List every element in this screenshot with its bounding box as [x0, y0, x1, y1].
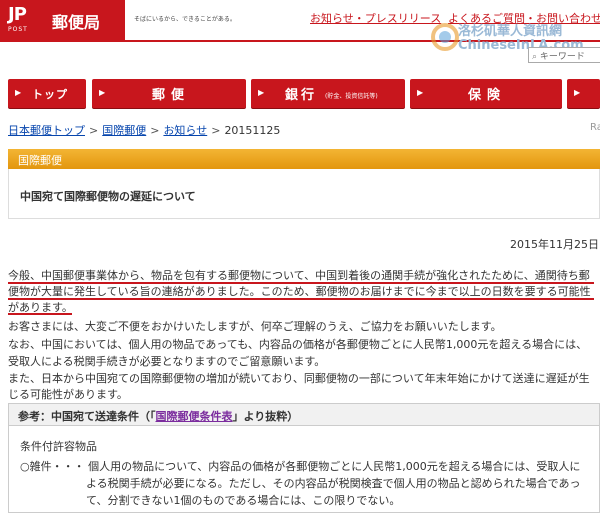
- logo-text: 郵便局: [52, 13, 101, 32]
- conditions-line-2: よる税関手続が必要になる。ただし、その内容品が税関検査で個人用の物品と認められた…: [86, 477, 581, 490]
- breadcrumb-current: 20151125: [224, 124, 281, 137]
- nav-bank[interactable]: ▶ 銀行 (貯金、投資信託等): [251, 79, 405, 108]
- conditions-title-pre: 参考：中国宛て送達条件（「: [18, 410, 156, 423]
- notice-line-1: 今般、中国郵便事業体から、物品を包有する郵便物について、中国到着後の通関手続が強…: [8, 269, 590, 282]
- nav-more[interactable]: ▶: [567, 79, 600, 108]
- breadcrumb-home[interactable]: 日本郵便トップ: [8, 124, 85, 137]
- search-input[interactable]: ⌕ キーワード: [528, 47, 600, 63]
- nav-top-label: トップ: [32, 88, 68, 101]
- notice-line-8: じる可能性があります。: [8, 388, 128, 401]
- nav-mail[interactable]: ▶ 郵便: [92, 79, 246, 108]
- nav-top[interactable]: ▶ トップ: [8, 79, 86, 108]
- highlight-underline: [8, 298, 594, 300]
- conditions-line-3: て、分割できない1個のものである場合には、この限りでない。: [86, 494, 401, 507]
- notice-line-4: お客さまには、大変ご不便をおかけいたしますが、何卒ご理解のうえ、ご協力をお願いい…: [8, 320, 502, 333]
- logo-post-text: POST: [8, 26, 28, 33]
- nav-mail-label: 郵便: [152, 88, 191, 103]
- nav-insurance-label: 保険: [468, 88, 507, 103]
- watermark-text-cn: 洛杉矶華人資訊網: [458, 24, 563, 39]
- breadcrumb-right-fragment: Ra: [590, 122, 600, 133]
- nav-bank-label: 銀行: [285, 88, 318, 103]
- notice-line-5: なお、中国においては、個人用の物品であっても、内容品の価格が各郵便物ごとに人民幣…: [8, 338, 588, 351]
- tagline: そばにいるから、できることがある。: [134, 16, 236, 23]
- conditions-table-link[interactable]: 国際郵便条件表: [156, 410, 233, 423]
- nav-arrow-icon: ▶: [15, 88, 22, 97]
- notice-date: 2015年11月25日: [510, 238, 599, 251]
- breadcrumb: 日本郵便トップ > 国際郵便 > お知らせ >20151125: [8, 124, 281, 137]
- search-placeholder: キーワード: [539, 52, 585, 62]
- notice-line-2: 便物が大量に発生している旨の連絡がありました。このため、郵便物のお届けまでに今ま…: [8, 285, 591, 298]
- notice-line-6: 受取人による税関手続きが必要となりますのでご留意願います。: [8, 355, 326, 368]
- breadcrumb-news[interactable]: お知らせ: [163, 124, 207, 137]
- nav-arrow-icon: ▶: [99, 88, 106, 97]
- jp-logo-mark: JP: [8, 4, 27, 25]
- watermark-globe-icon: [431, 23, 459, 51]
- conditions-subtitle: 条件付許容物品: [20, 440, 97, 453]
- highlight-underline: [8, 313, 72, 315]
- nav-arrow-icon: ▶: [574, 88, 581, 97]
- conditions-line-1: ○雑件・・・ 個人用の物品について、内容品の価格が各郵便物ごとに人民幣1,000…: [20, 460, 581, 473]
- page-title: 中国宛て国際郵便物の遅延について: [20, 190, 196, 203]
- nav-insurance[interactable]: ▶ 保険: [410, 79, 562, 108]
- nav-bank-sub: (貯金、投資信託等): [325, 93, 378, 100]
- conditions-title-post: 」より抜粋）: [232, 410, 299, 423]
- news-press-link[interactable]: お知らせ・プレスリリース: [310, 10, 441, 26]
- section-header: 国際郵便: [8, 149, 600, 169]
- search-icon: ⌕: [532, 52, 538, 62]
- notice-line-7: また、日本から中国宛ての国際郵便物の増加が続いており、同郵便物の一部について年末…: [8, 372, 590, 385]
- breadcrumb-international-mail[interactable]: 国際郵便: [102, 124, 146, 137]
- conditions-title: 参考：中国宛て送達条件（「国際郵便条件表」より抜粋）: [18, 408, 298, 424]
- nav-arrow-icon: ▶: [258, 88, 265, 97]
- nav-arrow-icon: ▶: [417, 88, 424, 97]
